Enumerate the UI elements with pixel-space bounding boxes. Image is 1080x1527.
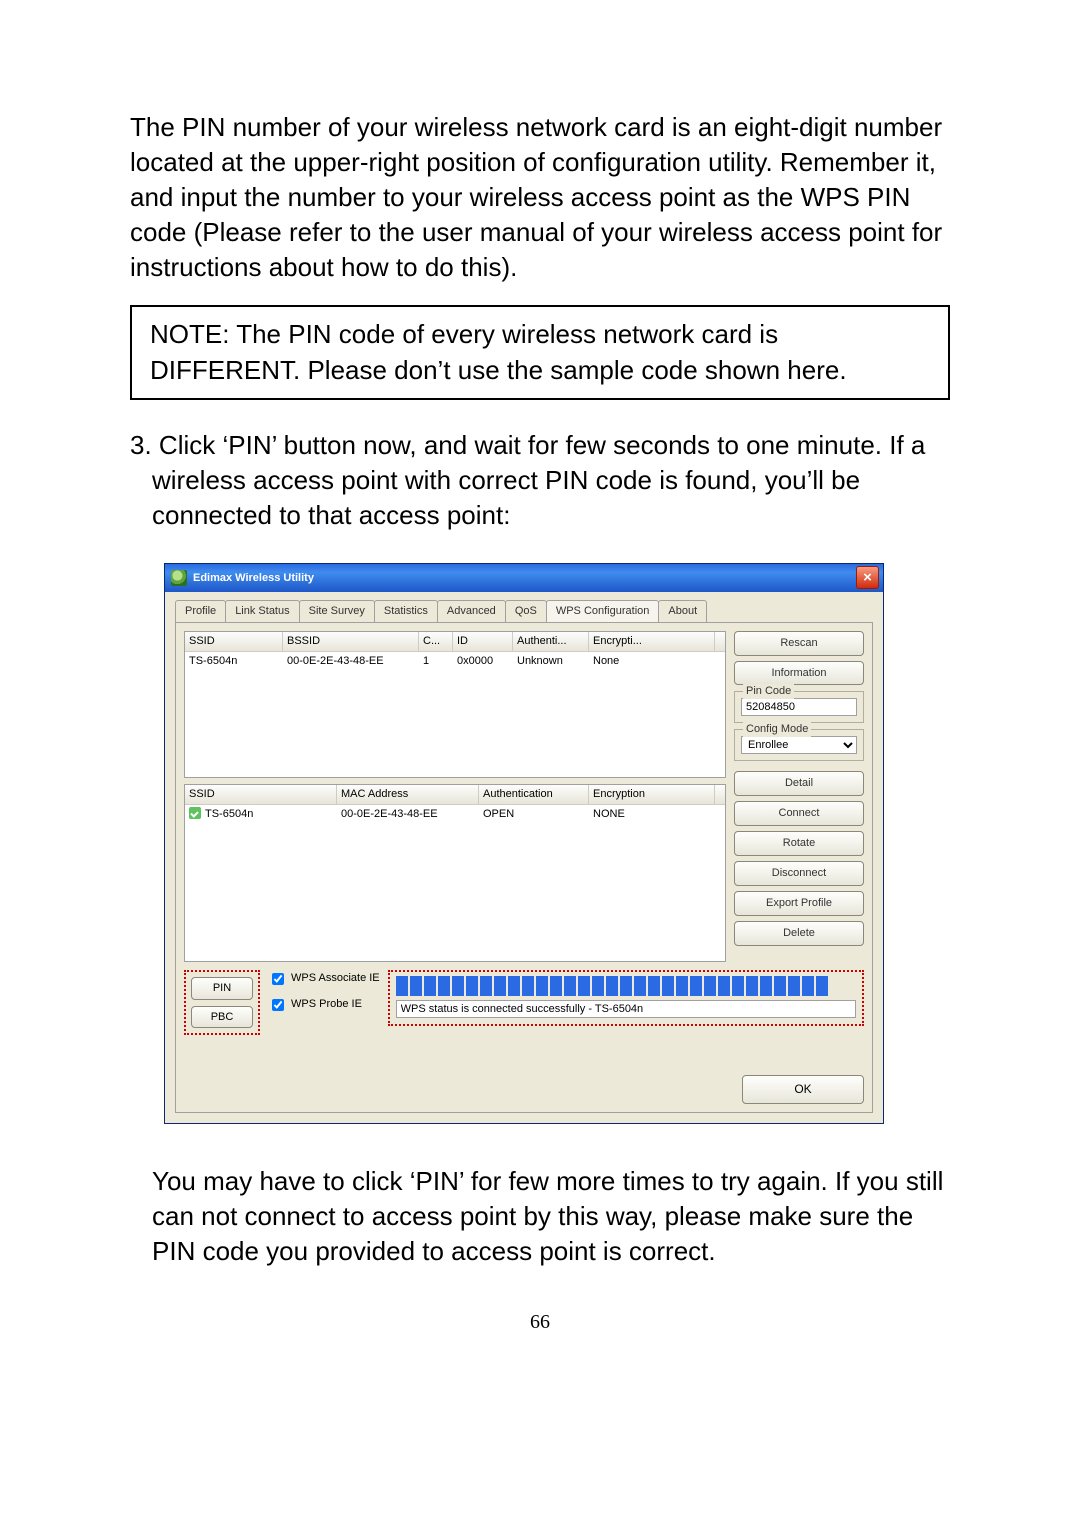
ap-listview[interactable]: SSID BSSID C... ID Authenti... Encrypti.…	[184, 631, 726, 778]
tab-link-status[interactable]: Link Status	[225, 600, 299, 622]
profile-listview[interactable]: SSID MAC Address Authentication Encrypti…	[184, 784, 726, 962]
tab-wps-configuration[interactable]: WPS Configuration	[546, 600, 660, 622]
pbc-button[interactable]: PBC	[191, 1006, 253, 1029]
tab-profile[interactable]: Profile	[175, 600, 226, 622]
pin-code-group: Pin Code	[734, 691, 864, 723]
config-mode-label: Config Mode	[743, 722, 811, 737]
note-box: NOTE: The PIN code of every wireless net…	[130, 305, 950, 399]
wps-associate-input[interactable]	[272, 973, 284, 985]
wps-probe-input[interactable]	[272, 999, 284, 1011]
col-ssid[interactable]: SSID	[185, 632, 283, 651]
col-encrypt[interactable]: Encrypti...	[589, 632, 715, 651]
tab-advanced[interactable]: Advanced	[437, 600, 506, 622]
col-bssid[interactable]: BSSID	[283, 632, 419, 651]
note-text: NOTE: The PIN code of every wireless net…	[150, 319, 847, 384]
intro-paragraph: The PIN number of your wireless network …	[130, 110, 950, 285]
col-auth2[interactable]: Authentication	[479, 785, 589, 804]
disconnect-button[interactable]: Disconnect	[734, 861, 864, 886]
pin-code-field[interactable]	[741, 698, 857, 716]
pin-code-label: Pin Code	[743, 684, 794, 699]
tab-qos[interactable]: QoS	[505, 600, 547, 622]
col-mac[interactable]: MAC Address	[337, 785, 479, 804]
col-auth[interactable]: Authenti...	[513, 632, 589, 651]
connect-button[interactable]: Connect	[734, 801, 864, 826]
config-mode-select[interactable]: Enrollee	[741, 736, 857, 754]
pin-button[interactable]: PIN	[191, 977, 253, 1000]
config-mode-group: Config Mode Enrollee	[734, 729, 864, 761]
wireless-utility-window: Edimax Wireless Utility × Profile Link S…	[164, 563, 884, 1124]
wps-probe-checkbox[interactable]: WPS Probe IE	[268, 996, 380, 1014]
tab-site-survey[interactable]: Site Survey	[299, 600, 375, 622]
step3-number: 3.	[130, 430, 159, 460]
export-profile-button[interactable]: Export Profile	[734, 891, 864, 916]
wps-status-field	[396, 1000, 856, 1018]
wps-associate-checkbox[interactable]: WPS Associate IE	[268, 970, 380, 988]
window-titlebar: Edimax Wireless Utility ×	[165, 564, 883, 592]
col-channel[interactable]: C...	[419, 632, 453, 651]
pin-pbc-highlight: PIN PBC	[184, 970, 260, 1036]
step3-paragraph: 3. Click ‘PIN’ button now, and wait for …	[130, 428, 950, 533]
ok-button[interactable]: OK	[742, 1075, 864, 1103]
detail-button[interactable]: Detail	[734, 771, 864, 796]
col-encrypt2[interactable]: Encryption	[589, 785, 715, 804]
table-row[interactable]: TS-6504n 00-0E-2E-43-48-EE 1 0x0000 Unkn…	[185, 652, 725, 671]
delete-button[interactable]: Delete	[734, 921, 864, 946]
tab-statistics[interactable]: Statistics	[374, 600, 438, 622]
window-title: Edimax Wireless Utility	[193, 571, 314, 586]
close-icon[interactable]: ×	[856, 566, 879, 589]
connected-icon	[189, 807, 201, 819]
outro-paragraph: You may have to click ‘PIN’ for few more…	[152, 1164, 950, 1269]
step3-body: Click ‘PIN’ button now, and wait for few…	[152, 430, 925, 530]
information-button[interactable]: Information	[734, 661, 864, 686]
rescan-button[interactable]: Rescan	[734, 631, 864, 656]
tab-content: SSID BSSID C... ID Authenti... Encrypti.…	[175, 623, 873, 1113]
rotate-button[interactable]: Rotate	[734, 831, 864, 856]
tabs: Profile Link Status Site Survey Statisti…	[175, 600, 873, 623]
col-id[interactable]: ID	[453, 632, 513, 651]
progress-highlight	[388, 970, 864, 1026]
col-ssid2[interactable]: SSID	[185, 785, 337, 804]
app-icon	[171, 570, 187, 586]
page-number: 66	[130, 1309, 950, 1336]
progress-bar	[396, 976, 856, 996]
table-row[interactable]: TS-6504n 00-0E-2E-43-48-EE OPEN NONE	[185, 805, 725, 824]
tab-about[interactable]: About	[658, 600, 707, 622]
